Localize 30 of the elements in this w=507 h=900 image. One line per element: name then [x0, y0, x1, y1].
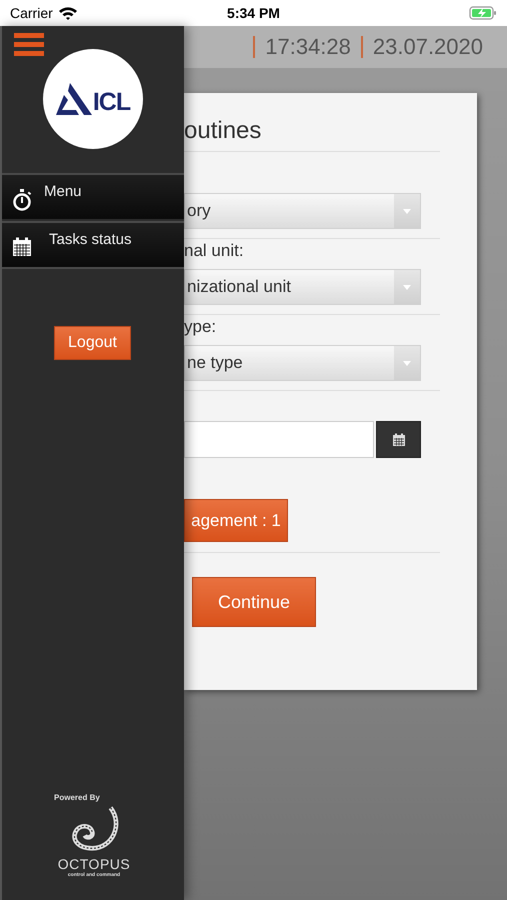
menu-icon[interactable]: [14, 33, 44, 56]
field-label: nal unit:: [184, 241, 245, 261]
stopwatch-icon: [12, 189, 32, 211]
drawer-menu-item[interactable]: Tasks status: [2, 221, 184, 267]
dropdown-arrow-icon: [403, 208, 411, 214]
drawer-menu-item[interactable]: Menu: [2, 173, 184, 219]
calendar-button[interactable]: [376, 421, 421, 458]
date-input-field[interactable]: [184, 421, 374, 458]
wifi-icon: [58, 6, 78, 20]
carrier-label: Carrier: [10, 5, 53, 21]
logout-button[interactable]: Logout: [54, 326, 131, 360]
calendar-icon: [392, 432, 406, 446]
dropdown-arrow-icon: [403, 360, 411, 366]
calendar-icon: [12, 237, 32, 257]
logo-text: ICL: [92, 88, 130, 116]
powered-by-label: Powered By: [54, 793, 100, 802]
form-title: outines: [184, 117, 262, 145]
dropdown-field[interactable]: ory: [184, 193, 421, 229]
management-button[interactable]: agement : 1: [184, 499, 288, 542]
continue-button[interactable]: Continue: [192, 577, 316, 627]
dropdown-field[interactable]: nizational unit: [184, 269, 421, 305]
dropdown-arrow-icon: [403, 284, 411, 290]
battery-charging-icon: [469, 6, 497, 20]
header-date: 23.07.2020: [372, 34, 483, 60]
header-time: 17:34:28: [265, 34, 351, 60]
brand-name: OCTOPUS: [58, 856, 130, 872]
triangle-logo-icon: [56, 83, 92, 115]
dropdown-field[interactable]: ne type: [184, 345, 421, 381]
field-label: ype:: [184, 317, 218, 337]
clock-time: 5:34 PM: [227, 5, 280, 21]
